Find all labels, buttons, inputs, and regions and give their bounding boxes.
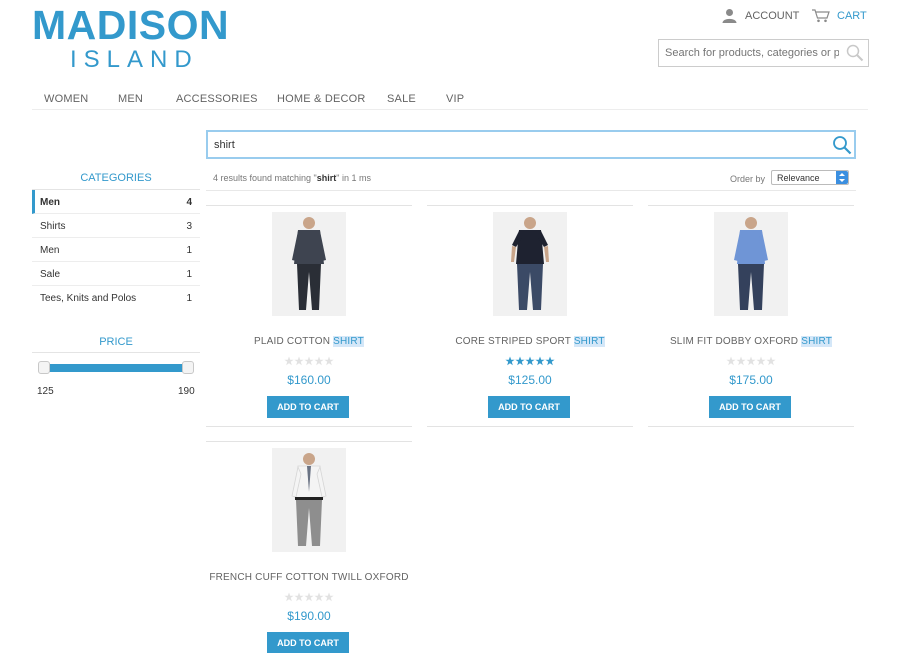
product-card: PLAID COTTON SHIRT $160.00 ADD TO CART [206,205,412,427]
rating-stars [284,589,334,602]
search-icon[interactable] [832,135,852,155]
cart-icon [812,9,830,23]
nav-item-home-decor[interactable]: HOME & DECOR [277,93,366,105]
product-name-highlight: SHIRT [573,336,605,347]
product-image[interactable] [272,448,346,552]
nav-item-accessories[interactable]: ACCESSORIES [176,93,258,105]
category-count: 1 [186,245,192,256]
product-price: $125.00 [508,373,552,387]
nav-item-sale[interactable]: SALE [387,93,416,105]
category-item-shirts[interactable]: Shirts 3 [32,214,200,238]
category-name: Sale [40,269,61,280]
order-by-label: Order by [730,174,766,184]
product-name-text: CORE STRIPED SPORT [455,336,574,347]
select-arrows-icon [836,171,848,184]
product-name-highlight: SHIRT [801,336,833,347]
product-image[interactable] [714,212,788,316]
product-name-text: FRENCH CUFF COTTON TWILL OXFORD [209,572,409,583]
product-name[interactable]: FRENCH CUFF COTTON TWILL OXFORD [206,572,412,583]
category-item-men-active[interactable]: Men 4 [32,190,200,214]
results-summary: 4 results found matching "shirt" in 1 ms [213,173,371,183]
header-search-input[interactable] [659,40,839,66]
product-name[interactable]: SLIM FIT DOBBY OXFORD SHIRT [648,336,854,347]
rating-stars [726,353,776,366]
add-to-cart-button[interactable]: ADD TO CART [267,632,349,653]
cart-link[interactable]: CART [811,8,867,23]
category-name: Men [40,197,60,208]
category-count: 1 [186,269,192,280]
brand-logo-line2[interactable]: ISLAND [70,46,199,74]
results-divider [206,190,856,191]
order-by-select[interactable]: Relevance [771,170,849,185]
product-image[interactable] [493,212,567,316]
nav-item-vip[interactable]: VIP [446,93,464,105]
main-search-input[interactable] [208,132,808,157]
product-card: CORE STRIPED SPORT SHIRT $125.00 ADD TO … [427,205,633,427]
main-nav: WOMEN MEN ACCESSORIES HOME & DECOR SALE … [32,86,868,110]
account-link[interactable]: ACCOUNT [722,8,799,23]
price-min-value: 125 [37,386,54,397]
product-name-text: SLIM FIT DOBBY OXFORD [669,336,802,347]
brand-logo-line1[interactable]: MADISON [32,2,229,49]
price-title: PRICE [99,336,133,348]
category-item-tees-knits-polos[interactable]: Tees, Knits and Polos 1 [32,286,200,310]
add-to-cart-button[interactable]: ADD TO CART [488,396,570,418]
category-item-men[interactable]: Men 1 [32,238,200,262]
category-name: Men [40,245,60,256]
price-max-value: 190 [178,386,195,397]
nav-item-men[interactable]: MEN [118,93,143,105]
product-image[interactable] [272,212,346,316]
category-count: 4 [186,197,192,208]
add-to-cart-button[interactable]: ADD TO CART [267,396,349,418]
order-by-value: Relevance [777,173,820,183]
category-name: Tees, Knits and Polos [40,293,137,304]
product-name[interactable]: PLAID COTTON SHIRT [206,336,412,347]
results-term: shirt [316,173,337,183]
cart-label: CART [837,9,867,22]
category-list: Men 4 Shirts 3 Men 1 Sale 1 Tees, Knits … [32,189,200,310]
price-divider [32,352,200,353]
user-icon [722,9,737,23]
header-search-box [658,39,869,67]
product-card: FRENCH CUFF COTTON TWILL OXFORD $190.00 … [206,441,412,653]
account-label: ACCOUNT [745,9,800,22]
search-icon[interactable] [846,44,864,62]
product-card: SLIM FIT DOBBY OXFORD SHIRT $175.00 ADD … [648,205,854,427]
rating-stars [505,353,555,366]
product-price: $190.00 [287,609,331,623]
price-slider-min-handle[interactable] [38,361,50,374]
rating-stars [284,353,334,366]
results-prefix: 4 results found matching " [213,173,317,183]
product-name[interactable]: CORE STRIPED SPORT SHIRT [427,336,633,347]
nav-item-women[interactable]: WOMEN [44,93,88,105]
product-price: $175.00 [729,373,773,387]
category-count: 1 [186,293,192,304]
results-suffix: " in 1 ms [336,173,371,183]
main-search-box [206,130,856,159]
product-name-text: PLAID COTTON [254,336,334,347]
category-name: Shirts [40,221,66,232]
product-price: $160.00 [287,373,331,387]
product-name-highlight: SHIRT [333,336,364,347]
add-to-cart-button[interactable]: ADD TO CART [709,396,791,418]
categories-title: CATEGORIES [80,172,152,184]
category-item-sale[interactable]: Sale 1 [32,262,200,286]
price-slider-track[interactable] [44,364,188,372]
price-slider-max-handle[interactable] [182,361,194,374]
category-count: 3 [186,221,192,232]
